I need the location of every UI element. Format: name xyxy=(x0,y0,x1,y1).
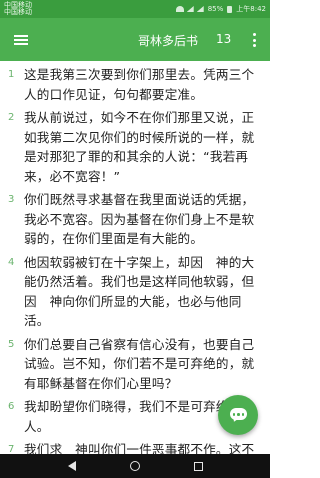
verse-text: 你们既然寻求基督在我里面说话的凭据，我必不宽容。因为基督在你们身上不是软弱的，在… xyxy=(24,192,255,246)
back-button[interactable] xyxy=(60,454,84,478)
back-icon xyxy=(67,461,76,471)
verse-item[interactable]: 3 你们既然寻求基督在我里面说话的凭据，我必不宽容。因为基督在你们身上不是软弱的… xyxy=(6,190,264,249)
verse-text: 这是我第三次要到你们那里去。凭两三个人的口作见证，句句都要定准。 xyxy=(24,67,255,102)
chapter-number[interactable]: 13 xyxy=(216,32,231,46)
verse-item[interactable]: 7 我们求 神叫你们一件恶事都不作。这不是要显明我们是蒙悦纳的，是要你们行事端正… xyxy=(6,440,264,454)
recents-button[interactable] xyxy=(186,454,210,478)
verse-item[interactable]: 5 你们总要自己省察有信心没有，也要自己试验。岂不知，你们若不是可弃绝的，就有耶… xyxy=(6,335,264,394)
verse-text: 我从前说过，如今不在你们那里又说，正如我第二次见你们的时候所说的一样，就是对那犯… xyxy=(24,110,255,184)
status-bar: 中国移动 中国移动 85% 上午8:42 xyxy=(0,0,270,18)
home-icon xyxy=(129,461,140,471)
verse-text: 我们求 神叫你们一件恶事都不作。这不是要显明我们是蒙悦纳的，是要你们行事端正，任… xyxy=(24,442,255,454)
overflow-menu-button[interactable] xyxy=(248,30,260,50)
status-right: 85% 上午8:42 xyxy=(175,4,266,14)
status-icons xyxy=(175,6,204,12)
battery-percent: 85% xyxy=(207,5,224,13)
app-root: 中国移动 中国移动 85% 上午8:42 哥林多后书 13 1 这是我第三次要到… xyxy=(0,0,270,478)
recents-icon xyxy=(193,461,203,471)
clock: 上午8:42 xyxy=(236,5,266,13)
app-bar: 哥林多后书 13 xyxy=(0,18,270,61)
wifi-icon xyxy=(175,6,184,12)
chat-bubble-icon xyxy=(229,408,247,424)
hamburger-menu-icon xyxy=(14,34,28,45)
verse-item[interactable]: 4 他因软弱被钉在十字架上，却因 神的大能仍然活着。我们也是这样同他软弱，但因 … xyxy=(6,253,264,331)
signal-icon xyxy=(186,6,194,12)
chat-fab-button[interactable] xyxy=(218,395,258,435)
menu-button[interactable] xyxy=(0,18,42,61)
verse-number: 5 xyxy=(8,338,15,350)
signal-icon-2 xyxy=(196,6,204,12)
home-button[interactable] xyxy=(123,454,147,478)
carrier-info: 中国移动 中国移动 xyxy=(4,2,32,16)
verse-text: 他因软弱被钉在十字架上，却因 神的大能仍然活着。我们也是这样同他软弱，但因 神向… xyxy=(24,254,255,329)
verse-item[interactable]: 2 我从前说过，如今不在你们那里又说，正如我第二次见你们的时候所说的一样，就是对… xyxy=(6,108,264,186)
system-nav-bar xyxy=(0,454,270,478)
verse-list[interactable]: 1 这是我第三次要到你们那里去。凭两三个人的口作见证，句句都要定准。 2 我从前… xyxy=(0,61,270,454)
more-vert-icon xyxy=(252,33,256,47)
book-title[interactable]: 哥林多后书 xyxy=(138,32,198,49)
verse-number: 4 xyxy=(8,256,15,268)
verse-number: 3 xyxy=(8,194,15,205)
verse-number: 1 xyxy=(8,69,15,80)
verse-number: 6 xyxy=(8,401,15,412)
battery-icon xyxy=(227,5,233,13)
verse-number: 2 xyxy=(8,112,15,123)
carrier-label-2: 中国移动 xyxy=(4,8,32,16)
verse-text: 你们总要自己省察有信心没有，也要自己试验。岂不知，你们若不是可弃绝的，就有耶稣基… xyxy=(24,336,255,391)
verse-item[interactable]: 1 这是我第三次要到你们那里去。凭两三个人的口作见证，句句都要定准。 xyxy=(6,65,264,104)
verse-number: 7 xyxy=(8,444,15,454)
